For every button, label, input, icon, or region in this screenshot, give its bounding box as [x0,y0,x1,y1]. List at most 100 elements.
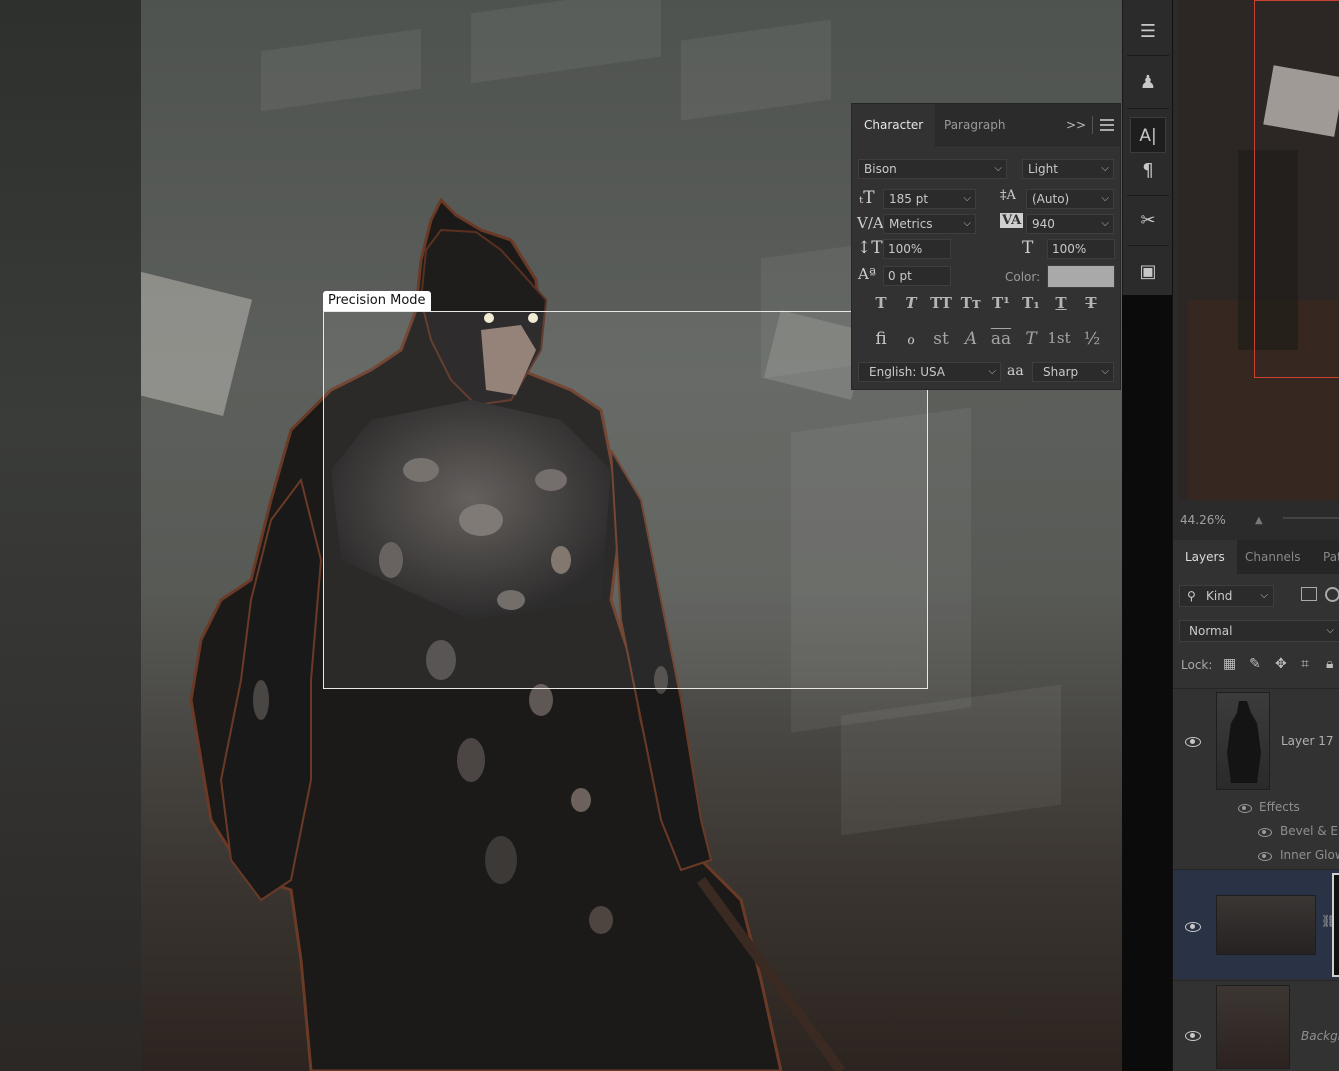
effects-label[interactable]: Effects [1259,800,1300,814]
character-panel-icon[interactable]: A| [1130,117,1166,153]
font-size-field[interactable]: 185 pt ⌵ [883,189,976,209]
navigator-view-frame[interactable] [1254,0,1339,378]
lock-artboard-icon[interactable]: ⌗ [1301,656,1309,672]
layer-filter-dropdown[interactable]: ⚲ Kind ⌵ [1179,585,1274,607]
brush-presets-icon[interactable]: ☰ [1130,14,1166,50]
libraries-icon[interactable]: ▣ [1130,254,1166,290]
visibility-eye-icon[interactable] [1185,922,1201,932]
chevron-down-icon: ⌵ [1101,366,1109,377]
tab-paragraph[interactable]: Paragraph [932,104,1017,146]
font-style-dropdown[interactable]: Light ⌵ [1022,159,1114,179]
paragraph-icon[interactable]: ¶ [1130,153,1166,189]
strikethrough-button[interactable]: T [1078,294,1104,316]
character-panel-tabs: Character Paragraph >> [852,104,1120,146]
font-family-dropdown[interactable]: Bison ⌵ [858,159,1007,179]
panel-icon-group: ☰ ♟ A| ¶ ✂ ▣ [1122,0,1172,295]
divider [1127,108,1169,109]
layers-panel-tabs: Layers Channels Pat [1173,540,1339,574]
kerning-icon: V/A [857,214,884,232]
chevron-down-icon: ⌵ [1260,590,1268,601]
text-color-swatch[interactable] [1047,265,1115,288]
chevron-down-icon: ⌵ [963,193,971,204]
horizontal-scale-icon: T [1022,238,1034,258]
anti-aliasing-dropdown[interactable]: Sharp ⌵ [1032,362,1114,382]
horizontal-scale-value: 100% [1052,242,1087,256]
visibility-eye-icon[interactable] [1185,737,1201,747]
layers-panel[interactable]: Layers Channels Pat ⚲ Kind ⌵ Normal ⌵ Lo… [1173,540,1339,1071]
layer-name[interactable]: Layer 17 [1281,734,1334,748]
lock-image-pixels-icon[interactable]: ✎ [1249,656,1261,672]
tab-paths[interactable]: Pat [1323,540,1339,574]
layer-thumbnail [1216,895,1316,955]
baseline-shift-field[interactable]: 0 pt [883,266,951,286]
small-caps-button[interactable]: Tт [958,294,984,316]
effect-visibility-icon[interactable] [1258,828,1272,837]
divider [1127,55,1169,56]
effect-bevel-emboss[interactable]: Bevel & Em [1280,824,1339,838]
zoom-slider[interactable] [1283,517,1339,519]
horizontal-scale-field[interactable]: 100% [1047,239,1115,259]
swash-button[interactable]: A [957,329,985,353]
ordinals-button[interactable]: 1st [1045,329,1073,353]
effect-visibility-icon[interactable] [1258,852,1272,861]
contextual-alternates-button[interactable]: ℴ [897,329,925,353]
subscript-button[interactable]: T₁ [1018,294,1044,316]
lock-all-icon[interactable]: 🔒︎ [1326,656,1333,672]
kerning-value: Metrics [889,217,933,231]
effects-visibility-icon[interactable] [1238,804,1252,813]
layer-filter-value: Kind [1206,589,1233,603]
vertical-scale-field[interactable]: 100% [883,239,951,259]
collapse-panel-icon[interactable]: >> [1066,104,1086,146]
faux-italic-button[interactable]: T [898,294,924,316]
stylistic-alternates-button[interactable]: aa [987,329,1015,353]
tool-presets-icon[interactable]: ✂ [1130,203,1166,239]
kerning-field[interactable]: Metrics ⌵ [883,214,976,234]
language-dropdown[interactable]: English: USA ⌵ [858,362,1001,382]
document-workspace[interactable]: Precision Mode Character Paragraph >> Bi… [0,0,1122,1071]
faux-bold-button[interactable]: T [868,294,894,316]
layer-row-selected[interactable]: ⛓ [1173,869,1339,979]
chevron-down-icon: ⌵ [988,366,996,377]
superscript-button[interactable]: T¹ [988,294,1014,316]
zoom-level[interactable]: 44.26% [1180,513,1226,527]
character-panel[interactable]: Character Paragraph >> Bison ⌵ Light ⌵ ₜ… [851,103,1121,390]
underline-button[interactable]: T [1048,294,1074,316]
clone-source-icon[interactable]: ♟ [1130,65,1166,101]
titling-alternates-button[interactable]: T [1017,329,1045,353]
zoom-out-icon[interactable]: ▲ [1255,515,1263,526]
font-size-icon: ₜT [859,188,875,208]
canvas-pasteboard [0,0,141,1071]
filter-pixel-layers-icon[interactable] [1301,587,1317,601]
all-caps-button[interactable]: TT [928,294,954,316]
chevron-down-icon: ⌵ [1101,163,1109,174]
standard-ligatures-button[interactable]: fi [867,329,895,353]
layer-row-background[interactable]: Backgr [1173,980,1339,1071]
layer-row-layer-17[interactable]: Layer 17 Effects Bevel & Em Inner Glow [1173,688,1339,868]
layer-thumbnail-art [1227,701,1261,783]
fractions-button[interactable]: ½ [1078,329,1106,353]
tab-character[interactable]: Character [852,104,936,146]
anti-aliasing-value: Sharp [1043,365,1079,379]
visibility-eye-icon[interactable] [1185,1031,1201,1041]
precision-mode-selection-box[interactable] [323,311,928,689]
discretionary-ligatures-button[interactable]: st [927,329,955,353]
font-size-value: 185 pt [889,192,929,206]
layer-mask-thumbnail[interactable] [1332,873,1339,977]
lock-transparent-pixels-icon[interactable]: ▦ [1223,656,1236,672]
navigator-panel[interactable]: 44.26% ▲ [1173,0,1339,540]
layer-name[interactable]: Backgr [1301,1029,1339,1043]
panel-menu-icon[interactable] [1100,119,1114,131]
vertical-scale-value: 100% [888,242,923,256]
tab-channels[interactable]: Channels [1245,540,1301,574]
effect-inner-glow[interactable]: Inner Glow [1280,848,1339,862]
chevron-down-icon: ⌵ [994,163,1002,174]
chevron-down-icon: ⌵ [963,218,971,229]
blend-mode-dropdown[interactable]: Normal ⌵ [1179,620,1339,642]
tab-layers[interactable]: Layers [1173,540,1237,574]
leading-field[interactable]: (Auto) ⌵ [1026,189,1114,209]
filter-adjustment-layers-icon[interactable] [1325,587,1339,602]
tracking-field[interactable]: 940 ⌵ [1026,214,1114,234]
navigator-thumbnail[interactable] [1178,0,1339,500]
font-style-value: Light [1028,162,1058,176]
lock-position-icon[interactable]: ✥ [1275,656,1287,672]
